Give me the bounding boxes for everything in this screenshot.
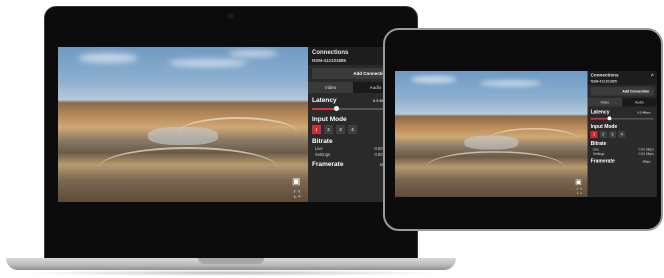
add-connection-button[interactable]: Add Connection	[312, 68, 394, 79]
device-id: NSM-412101885	[312, 58, 347, 63]
input-mode-options: 1 2 3 4	[590, 131, 654, 138]
input-mode-2[interactable]: 2	[324, 125, 333, 134]
tab-video[interactable]: Video	[308, 82, 353, 93]
bitrate-label: Bitrate	[590, 141, 607, 147]
framerate-section: Framerate 30fps	[591, 159, 654, 164]
input-mode-options: 1 2 3 4	[312, 125, 394, 134]
bitrate-settings-label: Settings	[315, 152, 331, 157]
tab-audio[interactable]: Audio	[622, 98, 657, 106]
device-id: NSM-412101885	[590, 79, 617, 84]
latency-label: Latency	[312, 97, 337, 104]
input-mode-label: Input Mode	[312, 116, 347, 123]
slider-fill	[312, 108, 337, 110]
latency-section: Latency 0.5 Mbps	[591, 110, 654, 115]
input-mode-2[interactable]: 2	[599, 131, 607, 138]
bitrate-live-row: Live 0.00 Mbps	[593, 147, 654, 151]
fullscreen-icon[interactable]: ⛶	[577, 188, 582, 195]
cloud	[228, 50, 278, 57]
video-preview[interactable]: ▣ ⛶	[58, 47, 308, 202]
input-mode-1[interactable]: 1	[590, 131, 598, 138]
bitrate-label: Bitrate	[312, 138, 333, 145]
fullscreen-icon[interactable]: ⛶	[294, 190, 300, 199]
framerate-section: Framerate 30fps	[312, 161, 394, 168]
tab-bar: Video Audio	[587, 97, 657, 107]
tablet-screen: ▣ ⛶ Connections ˄ NSM-412101885 Add Conn…	[395, 71, 657, 197]
bitrate-settings-value[interactable]: 0.00 Mbps	[639, 152, 654, 156]
bitrate-live-value: 0.00 Mbps	[638, 147, 654, 152]
connections-title: Connections	[590, 73, 619, 78]
connections-title: Connections	[312, 50, 349, 56]
latency-label: Latency	[590, 109, 610, 115]
dirt-road	[98, 147, 278, 189]
video-preview[interactable]: ▣ ⛶	[395, 71, 588, 197]
framerate-value: 30fps	[642, 159, 651, 164]
slider-knob[interactable]	[334, 106, 340, 111]
input-mode-label: Input Mode	[590, 124, 618, 130]
framerate-label: Framerate	[590, 158, 615, 165]
latency-slider[interactable]	[312, 106, 394, 112]
input-mode-4[interactable]: 4	[348, 125, 357, 134]
camera-icon[interactable]: ▣	[292, 177, 301, 186]
laptop-screen: ▣ ⛶ Connections ˄ NSM-412101885 Add Conn…	[58, 47, 398, 202]
connections-header: Connections ˄ NSM-412101885	[587, 71, 657, 85]
collapse-chevron-icon[interactable]: ˄	[651, 73, 654, 78]
cloud	[410, 75, 457, 84]
camera-icon[interactable]: ▣	[575, 178, 582, 186]
input-mode-3[interactable]: 3	[609, 131, 616, 138]
bitrate-settings-label: Settings	[592, 151, 605, 156]
latency-value: 0.5 Mbps	[637, 110, 651, 115]
laptop-shadow	[20, 270, 444, 276]
dirt-road	[178, 117, 298, 149]
input-mode-3[interactable]: 3	[336, 125, 345, 134]
cloud	[78, 53, 138, 63]
bitrate-live-label: Live	[315, 146, 323, 151]
dirt-road	[425, 151, 565, 183]
latency-section: Latency 0.5 Mbps	[312, 97, 394, 104]
input-mode-1[interactable]: 1	[312, 125, 321, 134]
input-mode-4[interactable]: 4	[618, 131, 626, 138]
latency-slider[interactable]	[590, 116, 654, 121]
add-connection-button[interactable]: Add Connection	[590, 87, 654, 96]
control-panel: Connections ˄ NSM-412101885 Add Connecti…	[587, 71, 657, 197]
slider-knob[interactable]	[607, 116, 612, 121]
tab-video[interactable]: Video	[587, 97, 623, 107]
cloud	[168, 59, 248, 67]
laptop-camera	[228, 13, 234, 19]
bitrate-live-label: Live	[592, 147, 599, 152]
cloud	[479, 80, 542, 87]
streaming-app: ▣ ⛶ Connections ˄ NSM-412101885 Add Conn…	[395, 71, 657, 197]
streaming-app: ▣ ⛶ Connections ˄ NSM-412101885 Add Conn…	[58, 47, 398, 202]
laptop-hinge-notch	[198, 258, 264, 264]
bitrate-settings-row: Settings 0.00 Mbps	[593, 152, 654, 156]
framerate-label: Framerate	[312, 161, 344, 168]
dirt-road	[487, 127, 580, 153]
